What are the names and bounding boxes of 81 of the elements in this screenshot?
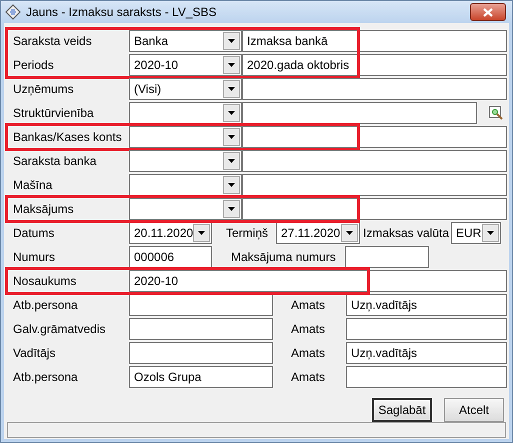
description-field[interactable] [242,174,507,196]
field-label: Amats [291,369,326,386]
dropdown-arrow-button[interactable] [223,80,240,98]
caret-icon [346,231,353,235]
dropdown-arrow-button[interactable] [223,104,240,122]
field-label: Atb.persona [12,369,79,386]
field-label: Vadītājs [12,345,56,362]
field-label: Atb.persona [12,297,79,314]
window-title: Jauns - Izmaksu saraksts - LV_SBS [26,4,218,21]
position-field[interactable]: Uzņ.vadītājs [346,342,507,364]
app-icon [5,4,21,20]
field-label: Izmaksas valūta [363,225,450,242]
dropdown-arrow-button[interactable] [223,152,240,170]
dropdown-field[interactable] [129,102,242,124]
close-icon [483,8,493,16]
caret-icon [228,183,235,187]
caret-icon [228,135,235,139]
position-field[interactable] [346,366,507,388]
field-label: Termiņš [226,225,270,242]
dropdown-field[interactable] [129,174,242,196]
dropdown-field[interactable]: 27.11.2020 [276,222,360,244]
person-field[interactable] [129,342,273,364]
lookup-icon[interactable] [489,106,503,120]
payment-number-field[interactable] [345,246,429,268]
field-label: Struktūrvienība [12,105,95,122]
field-label: Amats [291,297,326,314]
dropdown-field[interactable]: (Visi) [129,78,242,100]
dropdown-field[interactable] [129,198,242,220]
save-button[interactable]: Saglabāt [372,398,432,422]
field-label: Bankas/Kases konts [12,129,123,146]
description-field[interactable] [242,78,507,100]
dropdown-arrow-button[interactable] [223,32,240,50]
field-label: Periods [12,57,55,74]
person-field[interactable] [129,318,273,340]
field-label: Amats [291,321,326,338]
field-label: Datums [12,225,56,242]
number-field[interactable]: 000006 [129,246,212,268]
description-field[interactable] [242,102,477,124]
dropdown-arrow-button[interactable] [223,56,240,74]
dropdown-field[interactable]: 2020-10 [129,54,242,76]
field-label: Nosaukums [12,273,78,290]
close-button[interactable] [470,3,506,21]
dropdown-field[interactable]: Banka [129,30,242,52]
field-label: Maksājums [12,201,75,218]
dropdown-arrow-button[interactable] [193,224,210,242]
name-field[interactable]: 2020-10 [129,270,507,292]
field-label: Amats [291,345,326,362]
dropdown-arrow-button[interactable] [223,176,240,194]
field-label: Numurs [12,249,56,266]
dropdown-field[interactable] [129,126,242,148]
position-field[interactable]: Uzņ.vadītājs [346,294,507,316]
caret-icon [228,159,235,163]
description-field[interactable]: 2020.gada oktobris [242,54,507,76]
field-label: Saraksta veids [12,33,93,50]
dropdown-arrow-button[interactable] [341,224,358,242]
field-label: Saraksta banka [12,153,98,170]
caret-icon [228,39,235,43]
description-field[interactable] [242,150,507,172]
dropdown-arrow-button[interactable] [223,200,240,218]
dropdown-field[interactable] [129,150,242,172]
description-field[interactable]: Izmaksa bankā [242,30,507,52]
caret-icon [228,63,235,67]
dropdown-arrow-button[interactable] [482,224,499,242]
field-label: Mašīna [12,177,54,194]
cancel-button[interactable]: Atcelt [444,398,504,422]
field-label: Uzņēmums [12,81,75,98]
position-field[interactable] [346,318,507,340]
dropdown-field[interactable]: 20.11.2020 [129,222,212,244]
field-label: Maksājuma numurs [231,249,337,266]
description-field[interactable] [242,126,507,148]
caret-icon [198,231,205,235]
person-field[interactable] [129,294,273,316]
dropdown-arrow-button[interactable] [223,128,240,146]
caret-icon [487,231,494,235]
person-field[interactable]: Ozols Grupa [129,366,273,388]
caret-icon [228,207,235,211]
dropdown-field[interactable]: EUR [451,222,501,244]
description-field[interactable] [242,198,507,220]
field-label: Galv.grāmatvedis [12,321,106,338]
caret-icon [228,111,235,115]
caret-icon [228,87,235,91]
